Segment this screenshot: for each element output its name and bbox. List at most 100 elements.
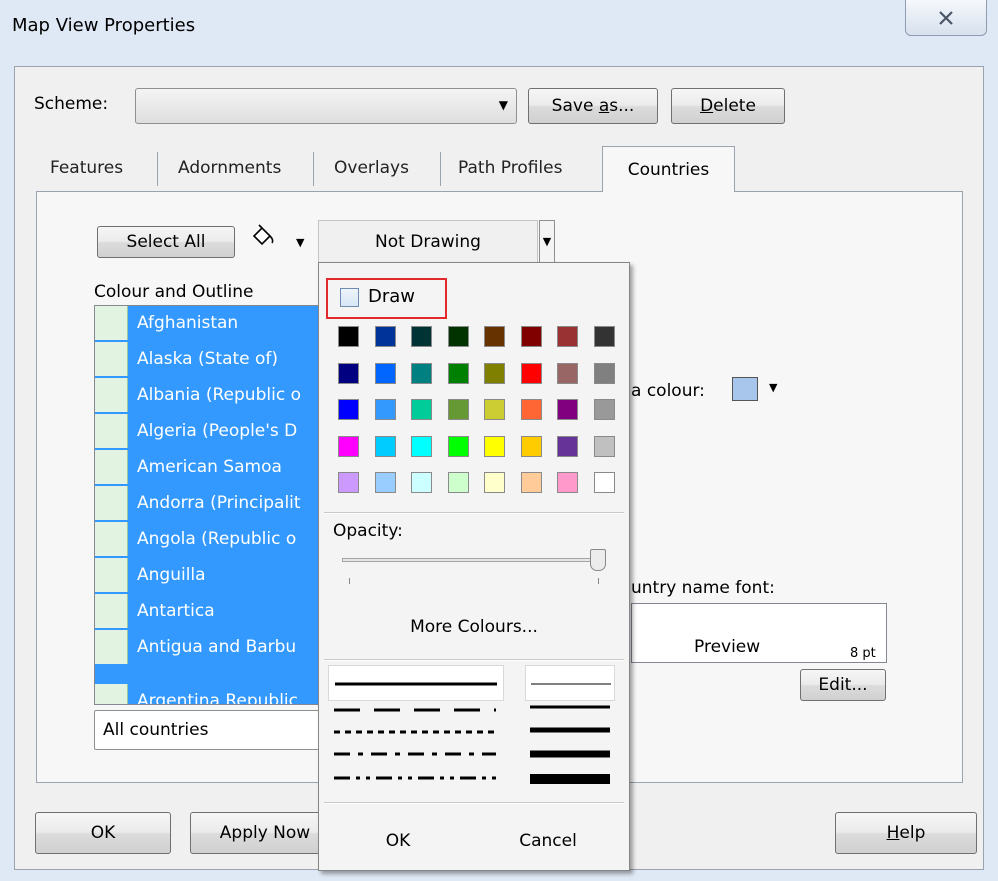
not-drawing-dropdown-arrow[interactable]: ▼	[539, 220, 555, 263]
list-item[interactable]: Alaska (State of)	[95, 342, 321, 376]
close-button[interactable]	[905, 0, 987, 36]
paint-bucket-icon[interactable]	[250, 224, 278, 250]
list-item[interactable]: Anguilla	[95, 558, 321, 592]
list-item[interactable]: Antartica	[95, 594, 321, 628]
tab-adornments[interactable]: Adornments	[178, 158, 281, 178]
colour-swatch[interactable]	[484, 436, 505, 457]
colour-swatch[interactable]	[338, 363, 359, 384]
popup-ok-button[interactable]: OK	[318, 831, 478, 851]
list-item[interactable]: Antigua and Barbu	[95, 630, 321, 664]
draw-checkbox[interactable]	[340, 288, 359, 307]
colour-swatch[interactable]	[484, 399, 505, 420]
country-colour-swatch	[95, 378, 128, 412]
colour-swatch[interactable]	[594, 326, 615, 347]
country-filter-combo[interactable]: All countries	[94, 710, 324, 750]
country-colour-swatch	[95, 306, 128, 340]
colour-swatch[interactable]	[557, 399, 578, 420]
colour-swatch[interactable]	[411, 472, 432, 493]
chevron-down-icon[interactable]: ▼	[769, 381, 777, 394]
colour-swatch[interactable]	[338, 472, 359, 493]
colour-swatch[interactable]	[338, 436, 359, 457]
chevron-down-icon: ▼	[542, 235, 552, 248]
colour-swatch[interactable]	[338, 326, 359, 347]
colour-swatch[interactable]	[375, 436, 396, 457]
country-colour-swatch	[95, 684, 128, 704]
font-preview-size: 8 pt	[850, 646, 876, 661]
not-drawing-button[interactable]: Not Drawing	[318, 220, 538, 263]
list-item[interactable]: Argentina Republic	[95, 684, 321, 704]
close-icon	[939, 10, 953, 25]
tab-features[interactable]: Features	[50, 158, 123, 178]
list-item[interactable]: Afghanistan	[95, 306, 321, 340]
colour-swatch[interactable]	[484, 326, 505, 347]
colour-swatch[interactable]	[375, 472, 396, 493]
edit-font-button[interactable]: Edit...	[800, 669, 886, 701]
colour-swatch[interactable]	[411, 436, 432, 457]
country-list[interactable]: Afghanistan Alaska (State of) Albania (R…	[94, 305, 322, 705]
colour-swatch[interactable]	[448, 472, 469, 493]
colour-swatch[interactable]	[521, 326, 542, 347]
country-colour-swatch	[95, 522, 128, 556]
colour-swatch[interactable]	[594, 399, 615, 420]
draw-label[interactable]: Draw	[368, 286, 415, 307]
colour-swatch[interactable]	[557, 472, 578, 493]
popup-cancel-button[interactable]: Cancel	[468, 831, 628, 851]
slider-tick	[349, 578, 350, 584]
tab-overlays[interactable]: Overlays	[334, 158, 409, 178]
delete-button[interactable]: Delete	[671, 88, 785, 124]
divider	[324, 659, 624, 661]
select-all-button[interactable]: Select All	[97, 226, 235, 258]
ok-button[interactable]: OK	[35, 812, 171, 854]
window-frame-bottom	[0, 870, 998, 881]
slider-tick	[598, 578, 599, 584]
colour-swatch[interactable]	[594, 436, 615, 457]
area-colour-swatch[interactable]	[732, 377, 758, 401]
colour-swatch[interactable]	[448, 399, 469, 420]
colour-swatch[interactable]	[375, 363, 396, 384]
colour-swatch[interactable]	[557, 363, 578, 384]
colour-swatch[interactable]	[375, 399, 396, 420]
colour-swatch[interactable]	[338, 399, 359, 420]
colour-swatch[interactable]	[448, 363, 469, 384]
colour-swatch[interactable]	[557, 326, 578, 347]
line-style-dash-dot-dot[interactable]	[328, 760, 504, 796]
tab-separator	[440, 152, 441, 186]
opacity-slider-track[interactable]	[342, 558, 594, 562]
colour-swatch[interactable]	[521, 472, 542, 493]
save-as-button[interactable]: Save as...	[528, 88, 658, 124]
list-item[interactable]: American Samoa	[95, 450, 321, 484]
country-colour-swatch	[95, 486, 128, 520]
colour-swatch[interactable]	[521, 436, 542, 457]
window-title: Map View Properties	[12, 15, 196, 36]
colour-swatch[interactable]	[521, 399, 542, 420]
chevron-down-icon[interactable]: ▼	[296, 236, 304, 249]
list-item[interactable]: Algeria (People's D	[95, 414, 321, 448]
colour-swatch[interactable]	[411, 326, 432, 347]
opacity-slider-thumb[interactable]	[590, 549, 606, 571]
scheme-combo[interactable]: ▼	[135, 88, 517, 124]
colour-swatch[interactable]	[594, 472, 615, 493]
colour-swatch[interactable]	[594, 363, 615, 384]
tab-countries[interactable]: Countries	[602, 146, 735, 192]
colour-swatch[interactable]	[448, 326, 469, 347]
list-item[interactable]: Angola (Republic o	[95, 522, 321, 556]
tab-path-profiles[interactable]: Path Profiles	[458, 158, 562, 178]
line-width-5[interactable]	[525, 761, 615, 797]
more-colours-button[interactable]: More Colours...	[318, 617, 630, 637]
colour-swatch[interactable]	[521, 363, 542, 384]
list-item[interactable]: Albania (Republic o	[95, 378, 321, 412]
country-colour-swatch	[95, 414, 128, 448]
colour-swatch[interactable]	[411, 399, 432, 420]
colour-swatch[interactable]	[484, 472, 505, 493]
colour-swatch[interactable]	[484, 363, 505, 384]
font-preview-text: Preview	[694, 637, 761, 657]
country-colour-swatch	[95, 558, 128, 592]
colour-swatch[interactable]	[411, 363, 432, 384]
list-item[interactable]: Andorra (Principalit	[95, 486, 321, 520]
colour-swatch[interactable]	[557, 436, 578, 457]
help-button[interactable]: Help	[835, 812, 977, 854]
country-colour-swatch	[95, 450, 128, 484]
colour-swatch[interactable]	[375, 326, 396, 347]
tab-separator	[313, 152, 314, 186]
colour-swatch[interactable]	[448, 436, 469, 457]
